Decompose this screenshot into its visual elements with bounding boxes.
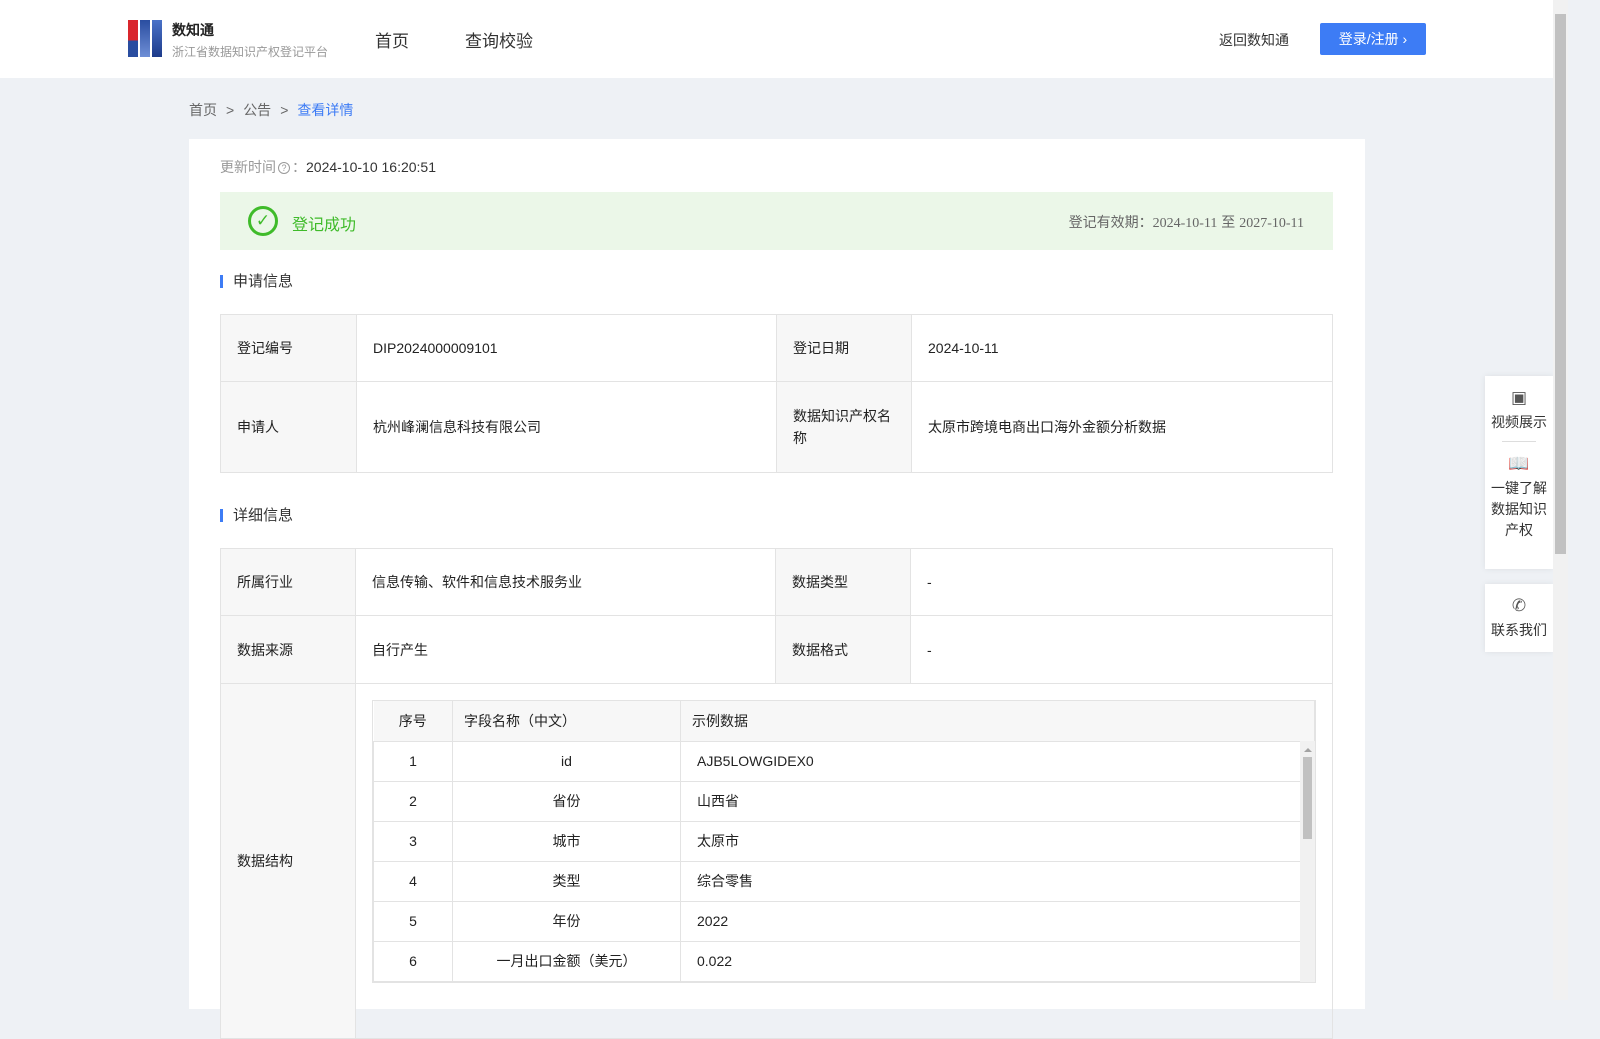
data-format: - xyxy=(910,615,1333,684)
col-header: 字段名称（中文） xyxy=(452,701,681,742)
book-icon: 📖 xyxy=(1508,454,1530,473)
label: 登记日期 xyxy=(776,314,912,382)
row-index: 5 xyxy=(373,900,453,942)
side-panel: ▣ 视频展示 📖 一键了解数据知识产权 xyxy=(1485,376,1553,569)
table-row: 5 年份 2022 xyxy=(373,900,1315,942)
row-index: 1 xyxy=(373,740,453,782)
section-title-detail: 详细信息 xyxy=(220,508,293,523)
video-label: 视频展示 xyxy=(1491,414,1547,430)
breadcrumb-current: 查看详情 xyxy=(297,102,354,118)
logo[interactable] xyxy=(128,20,162,57)
apply-table: 登记编号 DIP2024000009101 登记日期 2024-10-11 申请人 杭州… xyxy=(220,314,1333,473)
ip-name: 太原市跨境电商出口海外金额分析数据 xyxy=(911,381,1333,473)
contact-label: 联系我们 xyxy=(1491,622,1547,638)
label: 申请人 xyxy=(220,381,357,473)
industry: 信息传输、软件和信息技术服务业 xyxy=(355,548,776,616)
field-name: 省份 xyxy=(452,780,681,822)
detail-table: 所属行业 信息传输、软件和信息技术服务业 数据类型 - 数据来源 自行产生 数据格式 - 数… xyxy=(220,548,1333,1039)
brand-name: 数知通 xyxy=(172,22,214,38)
video-button[interactable]: ▣ 视频展示 xyxy=(1485,376,1553,433)
reg-date: 2024-10-11 xyxy=(911,314,1333,382)
section-title-apply: 申请信息 xyxy=(220,274,293,289)
structure-cell: 序号 字段名称（中文） 示例数据 1 id AJB5LOWGIDEX0 2 省份 山西省 3 城市… xyxy=(355,683,1333,1039)
label: 数据结构 xyxy=(220,683,356,1039)
row-index: 3 xyxy=(373,820,453,862)
table-row: 1 id AJB5LOWGIDEX0 xyxy=(373,740,1315,782)
status-text: 登记成功 xyxy=(292,217,357,234)
nav-home[interactable]: 首页 xyxy=(375,27,409,52)
brand: 数知通 浙江省数据知识产权登记平台 xyxy=(172,20,328,60)
row-index: 2 xyxy=(373,780,453,822)
field-name: 一月出口金额（美元） xyxy=(452,940,681,982)
detail-card: 更新时间? ：2024-10-10 16:20:51 ✓ 登记成功 登记有效期：2… xyxy=(189,139,1365,1039)
reg-no: DIP2024000009101 xyxy=(356,314,777,382)
learn-button[interactable]: 📖 一键了解数据知识产权 xyxy=(1485,442,1553,541)
breadcrumb-sep: > xyxy=(280,102,289,118)
sample-data: 太原市 xyxy=(680,820,1315,862)
applicant: 杭州峰澜信息科技有限公司 xyxy=(356,381,777,473)
nav-query[interactable]: 查询校验 xyxy=(465,27,533,52)
col-header: 示例数据 xyxy=(680,701,1315,742)
valid-to: 2027-10-11 xyxy=(1239,216,1304,231)
sample-data: 综合零售 xyxy=(680,860,1315,902)
scroll-up-icon[interactable] xyxy=(1304,744,1312,752)
label: 数据格式 xyxy=(775,615,911,684)
sample-data: 山西省 xyxy=(680,780,1315,822)
check-circle-icon: ✓ xyxy=(248,206,278,236)
learn-label: 数据知识 xyxy=(1491,501,1547,517)
breadcrumb-notice[interactable]: 公告 xyxy=(243,102,271,118)
validity: 登记有效期：2024-10-11 至 2027-10-11 xyxy=(1069,212,1304,232)
col-header: 序号 xyxy=(373,701,453,742)
row-index: 4 xyxy=(373,860,453,902)
label: 数据知识产权名称 xyxy=(776,381,912,473)
label: 数据类型 xyxy=(775,548,911,616)
label: 登记编号 xyxy=(220,314,357,382)
login-button[interactable]: 登录/注册 › xyxy=(1320,23,1426,55)
field-name: id xyxy=(452,740,681,782)
colon: ： xyxy=(292,159,306,175)
field-name: 城市 xyxy=(452,820,681,862)
table-row: 3 城市 太原市 xyxy=(373,820,1315,862)
validity-label: 登记有效期： xyxy=(1068,214,1153,230)
label: 所属行业 xyxy=(220,548,356,616)
sample-data: 0.022 xyxy=(680,940,1315,982)
learn-label: 产权 xyxy=(1505,522,1533,538)
sample-data: AJB5LOWGIDEX0 xyxy=(680,740,1315,782)
help-icon[interactable]: ? xyxy=(278,162,290,175)
update-time: 更新时间? ：2024-10-10 16:20:51 xyxy=(220,157,436,177)
table-row: 2 省份 山西省 xyxy=(373,780,1315,822)
learn-label: 一键了解 xyxy=(1491,480,1547,496)
back-link[interactable]: 返回数知通 xyxy=(1219,30,1289,50)
header: 数知通 浙江省数据知识产权登记平台 首页 查询校验 返回数知通 登录/注册 › xyxy=(0,0,1553,78)
breadcrumb: 首页 > 公告 > 查看详情 xyxy=(189,100,353,120)
contact-button[interactable]: ✆ 联系我们 xyxy=(1485,584,1553,652)
film-icon: ▣ xyxy=(1510,388,1528,407)
page-scroll-thumb[interactable] xyxy=(1555,14,1566,554)
valid-from: 2024-10-11 xyxy=(1152,216,1218,231)
valid-to-sep: 至 xyxy=(1221,214,1236,230)
data-type: - xyxy=(910,548,1333,616)
page-scrollbar[interactable] xyxy=(1553,0,1568,1000)
sample-data: 2022 xyxy=(680,900,1315,942)
breadcrumb-home[interactable]: 首页 xyxy=(189,102,217,118)
field-name: 类型 xyxy=(452,860,681,902)
table-scrollbar[interactable] xyxy=(1300,741,1315,982)
label: 数据来源 xyxy=(220,615,356,684)
brand-subtitle: 浙江省数据知识产权登记平台 xyxy=(172,45,329,59)
status-banner: ✓ 登记成功 登记有效期：2024-10-11 至 2027-10-11 xyxy=(220,192,1333,250)
row-index: 6 xyxy=(373,940,453,982)
scroll-thumb[interactable] xyxy=(1303,757,1312,839)
table-row: 6 一月出口金额（美元） 0.022 xyxy=(373,940,1315,982)
table-row: 4 类型 综合零售 xyxy=(373,860,1315,902)
field-name: 年份 xyxy=(452,900,681,942)
structure-table: 序号 字段名称（中文） 示例数据 1 id AJB5LOWGIDEX0 2 省份 山西省 3 城市… xyxy=(372,700,1316,983)
update-label: 更新时间 xyxy=(220,159,276,175)
phone-icon: ✆ xyxy=(1511,596,1527,615)
breadcrumb-sep: > xyxy=(226,102,235,118)
update-value: 2024-10-10 16:20:51 xyxy=(306,159,436,175)
data-source: 自行产生 xyxy=(355,615,776,684)
